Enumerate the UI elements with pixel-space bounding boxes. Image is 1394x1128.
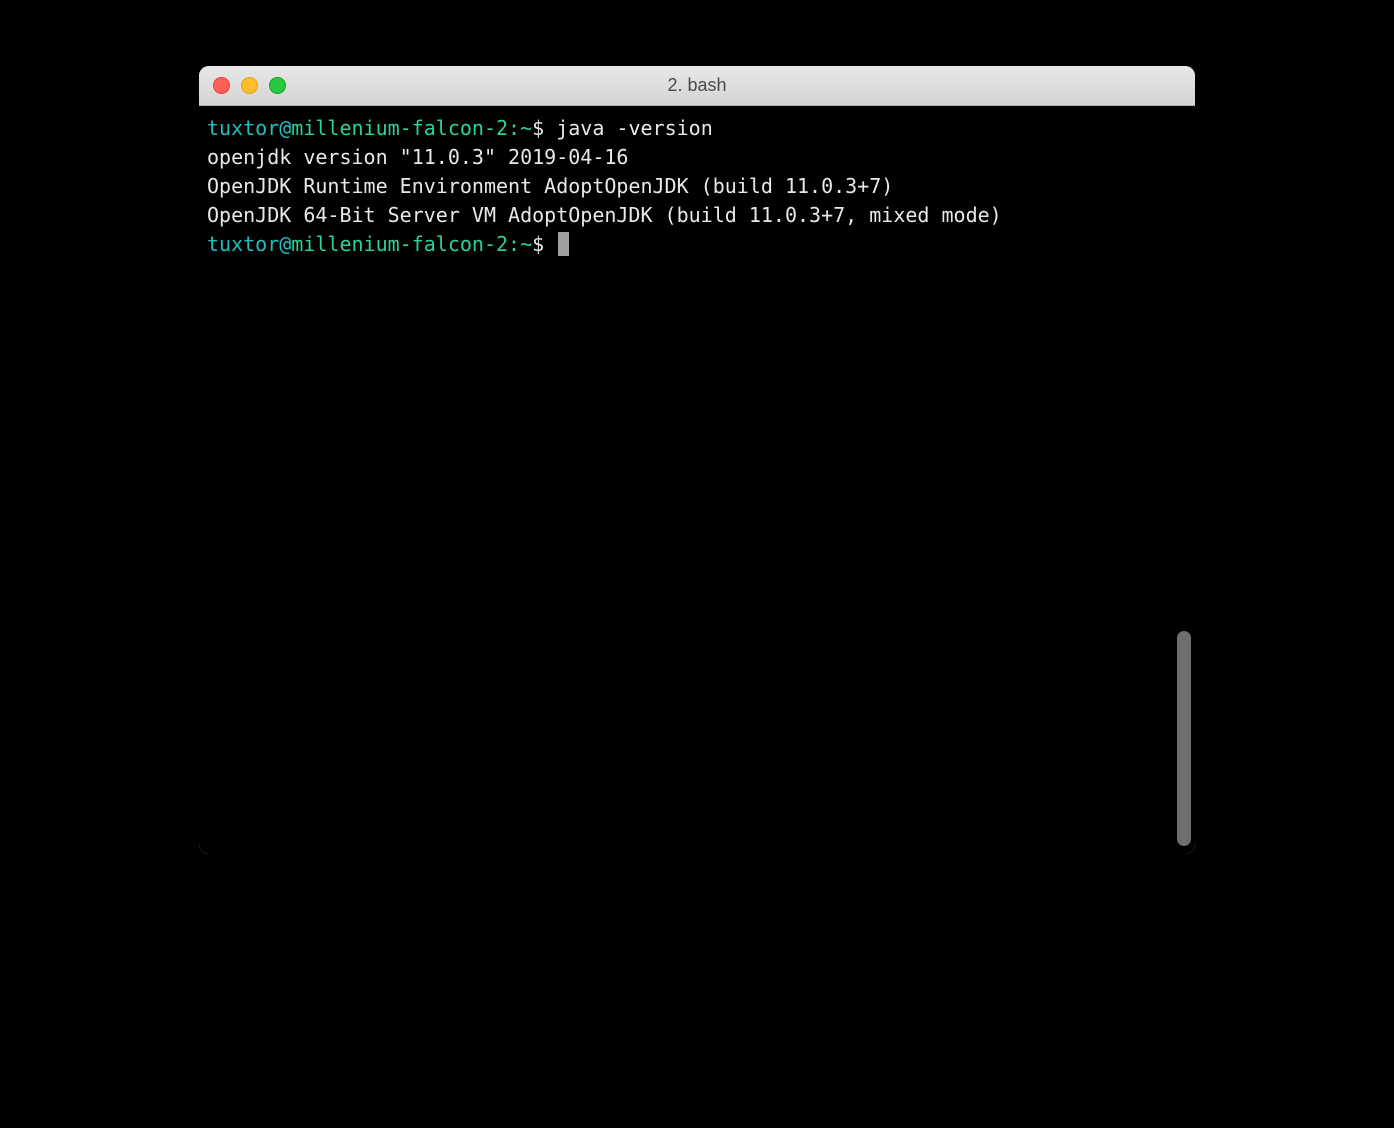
prompt-dollar: $ bbox=[532, 116, 544, 140]
prompt-user: tuxtor bbox=[207, 232, 279, 256]
prompt-host: millenium-falcon-2 bbox=[291, 116, 508, 140]
output-line: OpenJDK Runtime Environment AdoptOpenJDK… bbox=[207, 172, 1187, 201]
traffic-lights bbox=[199, 77, 286, 94]
terminal-window: 2. bash tuxtor@millenium-falcon-2:~$ jav… bbox=[199, 66, 1195, 854]
command-text: java -version bbox=[544, 116, 713, 140]
window-title: 2. bash bbox=[667, 75, 726, 96]
prompt-path: ~ bbox=[520, 232, 532, 256]
prompt-user: tuxtor bbox=[207, 116, 279, 140]
output-line: openjdk version "11.0.3" 2019-04-16 bbox=[207, 143, 1187, 172]
prompt-at: @ bbox=[279, 232, 291, 256]
prompt-line: tuxtor@millenium-falcon-2:~$ java -versi… bbox=[207, 114, 1187, 143]
prompt-dollar: $ bbox=[532, 232, 544, 256]
prompt-colon: : bbox=[508, 116, 520, 140]
close-icon[interactable] bbox=[213, 77, 230, 94]
prompt-colon: : bbox=[508, 232, 520, 256]
minimize-icon[interactable] bbox=[241, 77, 258, 94]
command-text bbox=[544, 232, 556, 256]
maximize-icon[interactable] bbox=[269, 77, 286, 94]
output-line: OpenJDK 64-Bit Server VM AdoptOpenJDK (b… bbox=[207, 201, 1187, 230]
cursor-icon bbox=[558, 232, 569, 256]
scrollbar-track[interactable] bbox=[1177, 106, 1191, 854]
prompt-path: ~ bbox=[520, 116, 532, 140]
prompt-at: @ bbox=[279, 116, 291, 140]
terminal-body[interactable]: tuxtor@millenium-falcon-2:~$ java -versi… bbox=[199, 106, 1195, 854]
titlebar[interactable]: 2. bash bbox=[199, 66, 1195, 106]
prompt-line: tuxtor@millenium-falcon-2:~$ bbox=[207, 230, 1187, 259]
scrollbar-thumb[interactable] bbox=[1177, 631, 1191, 846]
prompt-host: millenium-falcon-2 bbox=[291, 232, 508, 256]
